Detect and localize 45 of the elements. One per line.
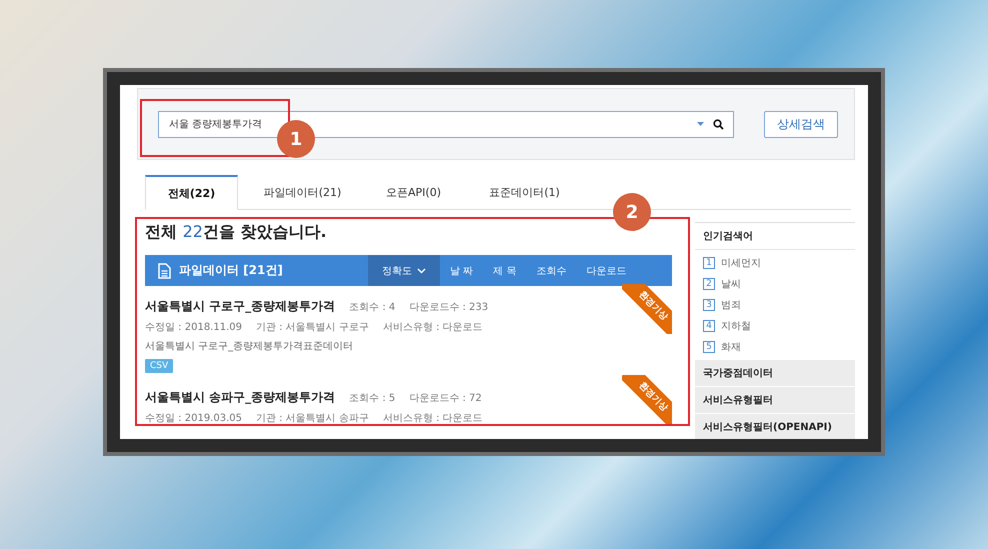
chevron-down-icon: [417, 268, 426, 274]
modified-date: 수정일 : 2019.03.05: [145, 412, 242, 425]
tab[interactable]: 오픈API(0): [367, 175, 460, 209]
modified-date: 수정일 : 2018.11.09: [145, 321, 242, 334]
service-type: 서비스유형 : 다운로드: [382, 412, 483, 425]
view-count: 조회수 : 5: [349, 392, 396, 405]
download-count: 다운로드수 : 233: [409, 301, 488, 314]
filter-section[interactable]: 국가중점데이터: [695, 360, 855, 387]
sort-option[interactable]: 조회수: [526, 255, 576, 286]
annotation-number: 2: [613, 193, 651, 231]
search-icon[interactable]: [713, 118, 724, 130]
tab[interactable]: 전체(22): [145, 175, 238, 210]
result-title[interactable]: 서울특별시 송파구_종량제봉투가격: [145, 389, 336, 406]
section-title: 파일데이터 [21건]: [179, 262, 283, 279]
tab[interactable]: 파일데이터(21): [256, 175, 349, 209]
sort-option[interactable]: 제 목: [483, 255, 526, 286]
rank-number: 1: [703, 257, 715, 269]
filter-section[interactable]: 서비스유형필터: [695, 387, 855, 414]
rank-number: 2: [703, 278, 715, 290]
popular-search-link[interactable]: 지하철: [721, 319, 751, 333]
document-icon: [158, 262, 171, 278]
sort-option[interactable]: 날 짜: [440, 255, 484, 286]
result-description: 서울특별시 구로구_종량제봉투가격표준데이터: [145, 340, 354, 353]
agency-label: 기관 : 서울특별시 구로구: [256, 321, 369, 334]
rank-number: 4: [703, 320, 715, 332]
rank-number: 5: [703, 341, 715, 353]
service-type: 서비스유형 : 다운로드: [382, 321, 483, 334]
sort-option[interactable]: 정확도: [368, 255, 440, 286]
agency-label: 기관 : 서울특별시 송파구: [256, 412, 369, 425]
download-count: 다운로드수 : 72: [409, 392, 482, 405]
advanced-search-button[interactable]: 상세검색: [764, 110, 838, 138]
result-count-heading: 전체 22건을 찾았습니다.: [145, 222, 328, 243]
sort-option[interactable]: 다운로드: [576, 255, 636, 286]
popular-searches-heading: 인기검색어: [695, 223, 855, 250]
view-count: 조회수 : 4: [349, 301, 396, 314]
rank-number: 3: [703, 299, 715, 311]
popular-search-link[interactable]: 범죄: [721, 298, 741, 312]
popular-search-link[interactable]: 미세먼지: [721, 256, 761, 270]
popular-search-link[interactable]: 화재: [721, 340, 741, 354]
format-tag: CSV: [145, 359, 174, 373]
tab[interactable]: 표준데이터(1): [478, 175, 571, 209]
dropdown-icon[interactable]: [697, 122, 704, 126]
popular-search-link[interactable]: 날씨: [721, 277, 741, 291]
filter-section[interactable]: 서비스유형필터(OPENAPI): [695, 414, 855, 439]
result-title[interactable]: 서울특별시 구로구_종량제봉투가격: [145, 298, 336, 315]
